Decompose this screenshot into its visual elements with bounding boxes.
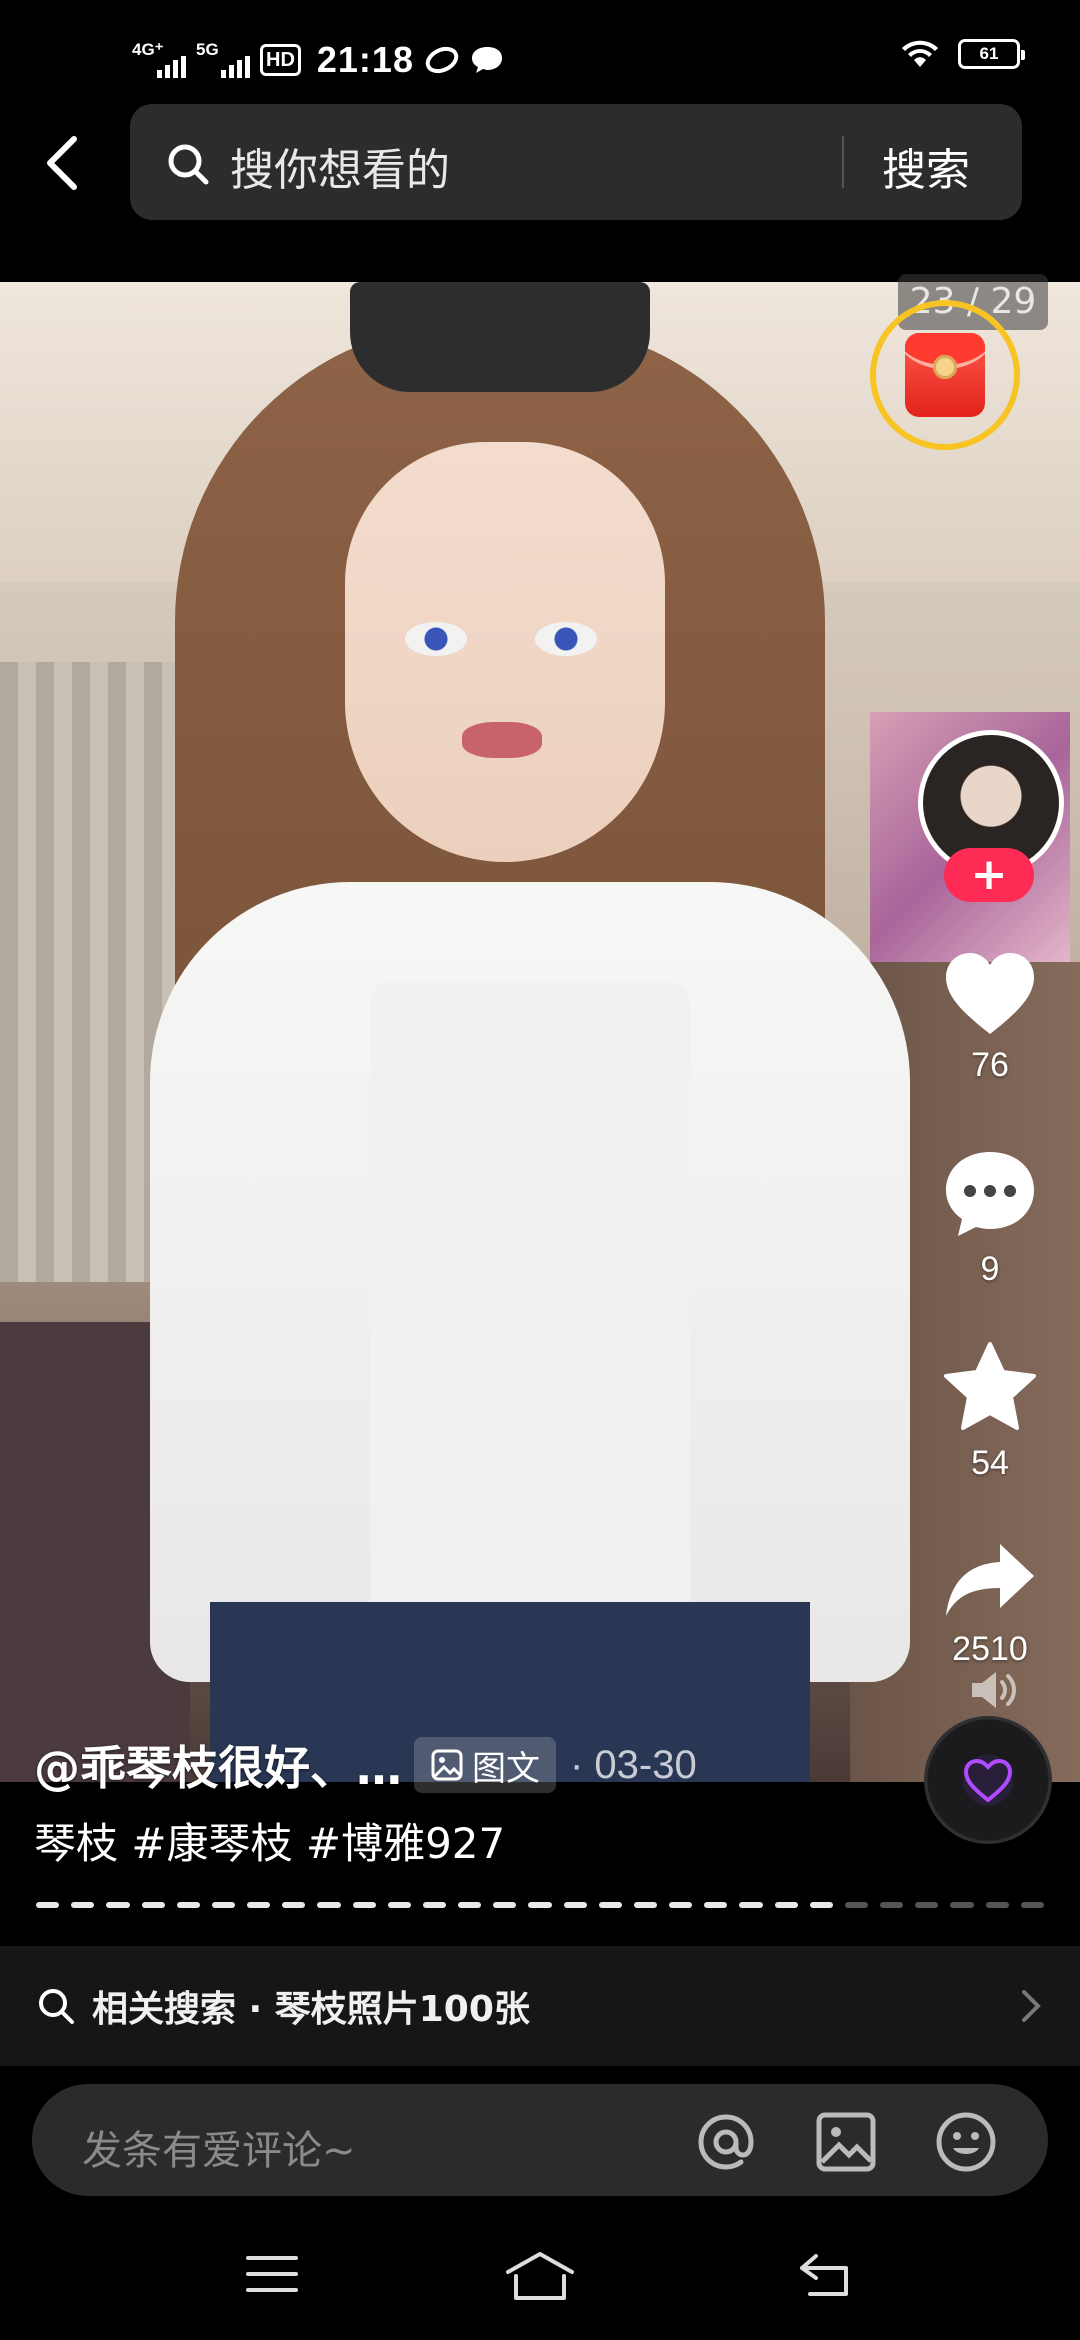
author-name[interactable]: @乖琴枝很好、… [34, 1732, 402, 1798]
progress-segment [985, 1902, 1009, 1908]
like-button[interactable]: 76 [930, 950, 1050, 1085]
progress-segment [211, 1902, 236, 1908]
image-icon [431, 1749, 463, 1781]
comment-input[interactable]: 发条有爱评论~ [32, 2084, 1048, 2196]
menu-icon[interactable] [244, 2250, 300, 2298]
share-count: 2510 [952, 1630, 1028, 1668]
progress-segment [141, 1902, 165, 1908]
progress-segment [247, 1902, 271, 1908]
post-image[interactable] [0, 282, 1080, 1782]
progress-segment [598, 1902, 622, 1908]
progress-segment [493, 1902, 517, 1908]
comment-placeholder[interactable]: 发条有爱评论~ [82, 2118, 356, 2176]
post-date: · 03-30 [570, 1742, 697, 1787]
status-bar: 4G⁺ 5G HD 21:18 61 [0, 0, 1080, 110]
progress-segment [282, 1902, 306, 1908]
progress-segment [176, 1902, 200, 1908]
battery-icon: 61 [958, 39, 1025, 69]
like-count: 76 [971, 1046, 1009, 1084]
progress-segment [352, 1902, 376, 1908]
favorite-count: 54 [971, 1444, 1009, 1482]
home-icon[interactable] [504, 2250, 576, 2302]
progress-segment [809, 1902, 833, 1908]
volume-icon[interactable] [968, 1668, 1018, 1716]
share-arrow-icon [946, 1544, 1034, 1616]
image-text-tag: 图文 [414, 1737, 556, 1793]
search-icon [39, 1989, 74, 2024]
progress-segment [774, 1902, 798, 1908]
search-bar[interactable]: 搜你想看的 搜索 [130, 104, 1022, 220]
link-icon [425, 46, 459, 74]
progress-segment [458, 1902, 482, 1908]
music-disc[interactable] [924, 1716, 1052, 1844]
search-icon [168, 144, 209, 185]
red-packet-button[interactable] [870, 300, 1020, 450]
progress-segment [950, 1902, 974, 1908]
progress-segment [880, 1902, 904, 1908]
progress-segment [915, 1902, 939, 1908]
emoji-icon[interactable] [934, 2110, 998, 2174]
system-nav-bar [0, 2220, 1080, 2340]
progress-segment [387, 1902, 411, 1908]
post-description[interactable]: 琴枝 #康琴枝 #博雅927 [34, 1810, 505, 1871]
status-time: 21:18 [316, 39, 414, 80]
progress-segment [36, 1902, 60, 1908]
progress-segment [422, 1902, 447, 1908]
signal-5g-icon: 5G [196, 40, 250, 80]
heart-music-icon [963, 1758, 1013, 1802]
chevron-left-icon [47, 136, 77, 190]
progress-segment [528, 1902, 552, 1908]
progress-segment [633, 1902, 658, 1908]
favorite-button[interactable]: 54 [930, 1340, 1050, 1483]
comment-bubble-icon [946, 1152, 1034, 1236]
comment-button[interactable]: 9 [930, 1148, 1050, 1289]
share-button[interactable]: 2510 [930, 1540, 1050, 1669]
related-search-bar[interactable]: 相关搜索 · 琴枝照片100张 [0, 1946, 1080, 2066]
signal-4g-icon: 4G⁺ [132, 40, 186, 80]
progress-segment [71, 1902, 95, 1908]
follow-button[interactable]: + [944, 848, 1034, 902]
image-progress-bar [36, 1902, 1044, 1908]
progress-segment [563, 1902, 587, 1908]
progress-segment [106, 1902, 130, 1908]
image-picker-icon[interactable] [814, 2110, 878, 2174]
progress-segment [669, 1902, 693, 1908]
caption-header: @乖琴枝很好、… 图文 · 03-30 [34, 1730, 697, 1800]
at-mention-icon[interactable] [694, 2110, 758, 2174]
progress-segment [1020, 1902, 1044, 1908]
red-packet-icon [905, 333, 985, 417]
plus-icon: + [970, 849, 1008, 900]
search-input[interactable]: 搜你想看的 [230, 134, 450, 198]
star-icon [944, 1342, 1036, 1430]
message-bubble-icon [471, 47, 502, 73]
heart-icon [946, 953, 1034, 1034]
chevron-right-icon [1022, 1990, 1041, 2022]
progress-segment [844, 1902, 869, 1908]
progress-segment [317, 1902, 341, 1908]
search-button[interactable]: 搜索 [882, 134, 970, 198]
related-search-text: 相关搜索 · 琴枝照片100张 [92, 1989, 530, 2030]
comment-count: 9 [980, 1250, 1000, 1288]
search-divider [842, 136, 844, 188]
hd-voice-badge: HD [260, 44, 301, 76]
progress-segment [739, 1902, 763, 1908]
progress-segment [704, 1902, 728, 1908]
back-button[interactable] [36, 128, 88, 198]
wifi-icon [902, 40, 938, 67]
return-icon[interactable] [796, 2250, 856, 2300]
